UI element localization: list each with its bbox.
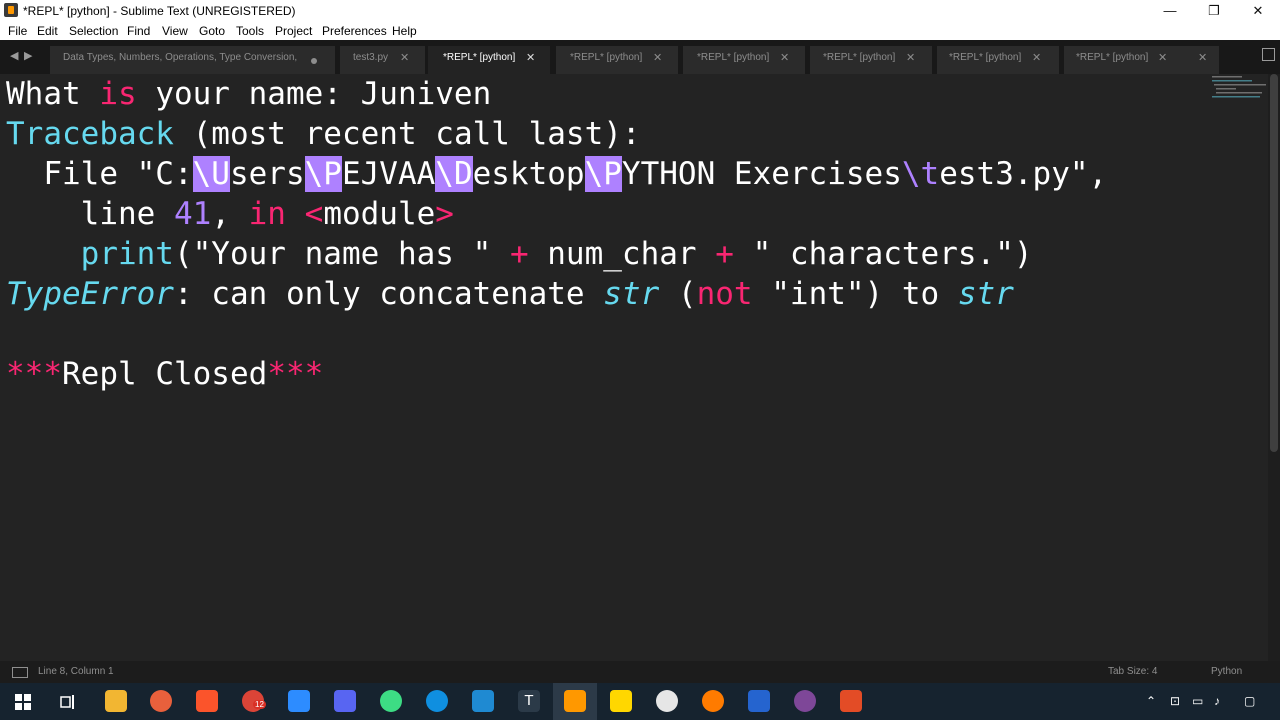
tab-test3[interactable]: test3.py ✕ (340, 46, 425, 74)
menu-view[interactable]: View (162, 24, 188, 38)
tab-repl[interactable]: *REPL* [python] ✕ ✕ (1064, 46, 1219, 74)
tab-label: *REPL* [python] (1076, 52, 1149, 63)
tab-repl[interactable]: *REPL* [python] ✕ (810, 46, 932, 74)
vertical-scrollbar[interactable] (1268, 74, 1280, 661)
notification-center-icon[interactable]: ▢ (1244, 694, 1255, 708)
title-bar: *REPL* [python] - Sublime Text (UNREGIST… (0, 0, 1280, 21)
tab-repl[interactable]: *REPL* [python] ✕ (556, 46, 678, 74)
notification-badge: 12 (253, 700, 266, 709)
repl-output: What is your name: Juniven Traceback (mo… (6, 74, 1107, 398)
file-explorer-icon[interactable] (105, 690, 127, 712)
menu-bar: File Edit Selection Find View Goto Tools… (0, 21, 1280, 40)
tab-label: *REPL* [python] (570, 52, 643, 63)
editor-area[interactable]: What is your name: Juniven Traceback (mo… (0, 74, 1268, 661)
code-line-1: What is your name: Juniven (6, 76, 492, 112)
tab-label: *REPL* [python] (823, 52, 896, 63)
close-tab-icon[interactable]: ✕ (1198, 51, 1207, 64)
chrome-icon[interactable]: 12 (242, 690, 266, 712)
close-tab-icon[interactable]: ✕ (400, 51, 409, 64)
panel-toggle-icon[interactable] (12, 667, 28, 678)
tray-chevron-icon[interactable]: ⌃ (1146, 694, 1156, 708)
syntax-mode[interactable]: Python (1211, 666, 1242, 677)
tab-label: *REPL* [python] (697, 52, 770, 63)
minimize-button[interactable]: — (1148, 0, 1192, 21)
restore-button[interactable]: ❐ (1192, 0, 1236, 21)
code-line-8: ***Repl Closed*** (6, 356, 324, 392)
clock-icon[interactable] (656, 690, 678, 712)
minimap[interactable] (1210, 74, 1268, 104)
tab-repl[interactable]: *REPL* [python] ✕ (937, 46, 1059, 74)
firefox-icon[interactable] (150, 690, 172, 712)
menu-selection[interactable]: Selection (69, 24, 118, 38)
close-button[interactable]: ✕ (1236, 0, 1280, 21)
window-title: *REPL* [python] - Sublime Text (UNREGIST… (23, 4, 296, 18)
edge-icon[interactable] (426, 690, 448, 712)
menu-edit[interactable]: Edit (37, 24, 58, 38)
menu-project[interactable]: Project (275, 24, 312, 38)
tab-scroll-left-icon[interactable]: ◀ (10, 49, 18, 62)
typora-icon[interactable]: T (518, 690, 540, 712)
code-line-5: print("Your name has " + num_char + " ch… (80, 236, 1033, 272)
tab-data-types[interactable]: Data Types, Numbers, Operations, Type Co… (50, 46, 335, 74)
vscode-icon[interactable] (472, 690, 494, 712)
close-tab-icon[interactable]: ✕ (526, 51, 535, 64)
tab-label: *REPL* [python] (443, 52, 516, 63)
cursor-position: Line 8, Column 1 (38, 666, 114, 677)
tab-repl[interactable]: *REPL* [python] ✕ (683, 46, 805, 74)
discord-icon[interactable] (334, 690, 356, 712)
taskbar: 12 T ⌃ ⊡ ▭ ♪ ▢ (0, 683, 1280, 720)
brave-icon[interactable] (196, 690, 218, 712)
code-line-6: TypeError: can only concatenate str (not… (6, 276, 1014, 312)
modified-dot-icon (311, 58, 317, 64)
scrollbar-thumb[interactable] (1270, 74, 1278, 452)
tab-scroll-right-icon[interactable]: ▶ (24, 49, 32, 62)
menu-file[interactable]: File (8, 24, 27, 38)
red-app-icon[interactable] (840, 690, 862, 712)
volume-icon[interactable]: ♪ (1214, 694, 1220, 708)
menu-tools[interactable]: Tools (236, 24, 264, 38)
tab-bar: ◀ ▶ Data Types, Numbers, Operations, Typ… (0, 40, 1280, 74)
close-tab-icon[interactable]: ✕ (653, 51, 662, 64)
close-tab-icon[interactable]: ✕ (906, 51, 915, 64)
tab-overflow-icon[interactable] (1262, 48, 1275, 61)
tab-label: test3.py (353, 52, 389, 63)
menu-help[interactable]: Help (392, 24, 417, 38)
code-line-3: File "C:\Users\PEJVAA\Desktop\PYTHON Exe… (6, 156, 1108, 192)
todo-icon[interactable] (748, 690, 770, 712)
tab-label: *REPL* [python] (949, 52, 1022, 63)
zoom-icon[interactable] (288, 690, 310, 712)
menu-preferences[interactable]: Preferences (322, 24, 387, 38)
sticky-notes-icon[interactable] (610, 690, 632, 712)
network-icon[interactable]: ▭ (1192, 694, 1203, 708)
tor-icon[interactable] (794, 690, 816, 712)
status-bar: Line 8, Column 1 Tab Size: 4 Python (0, 661, 1280, 683)
close-tab-icon[interactable]: ✕ (780, 51, 789, 64)
tab-size[interactable]: Tab Size: 4 (1108, 666, 1157, 677)
tab-label: Data Types, Numbers, Operations, Type Co… (63, 52, 298, 63)
tab-repl-active[interactable]: *REPL* [python] ✕ (428, 46, 550, 74)
menu-find[interactable]: Find (127, 24, 150, 38)
code-line-2: Traceback (most recent call last): (6, 116, 641, 152)
task-view-icon[interactable] (60, 694, 76, 710)
close-tab-icon[interactable]: ✕ (1032, 51, 1041, 64)
menu-goto[interactable]: Goto (199, 24, 225, 38)
windows-start-icon[interactable] (15, 694, 31, 710)
close-tab-icon[interactable]: ✕ (1158, 51, 1167, 64)
android-studio-icon[interactable] (380, 690, 402, 712)
code-line-4: line 41, in <module> (6, 196, 454, 232)
sublime-app-icon (4, 3, 18, 17)
search-tool-icon[interactable] (702, 690, 724, 712)
tray-app-icon[interactable]: ⊡ (1170, 694, 1180, 708)
sublime-text-icon[interactable] (564, 690, 586, 712)
